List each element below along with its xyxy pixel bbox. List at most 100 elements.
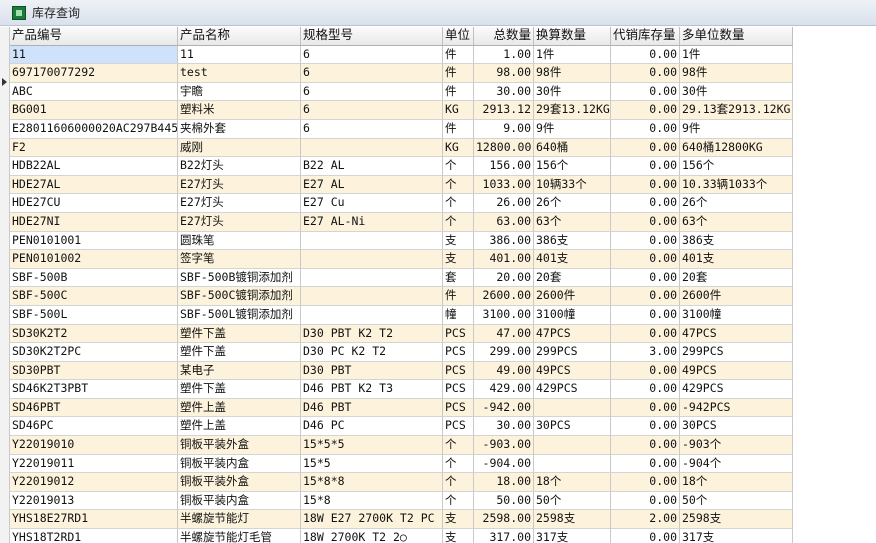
cell-consignment-qty[interactable]: 0.00: [611, 287, 680, 306]
cell-unit[interactable]: PCS: [443, 417, 474, 437]
cell-total-qty[interactable]: 20.00: [474, 268, 534, 288]
cell-product-name[interactable]: 铜板平装内盒: [178, 491, 301, 511]
cell-unit[interactable]: KG: [443, 138, 474, 158]
cell-multi-unit-qty[interactable]: 317支: [680, 529, 793, 543]
cell-spec[interactable]: 18W E27 2700K T2 PC: [301, 510, 443, 530]
cell-total-qty[interactable]: 18.00: [474, 473, 534, 492]
table-row[interactable]: SD30PBT 某电子 D30 PBT PCS 49.00 49PCS 0.00 49PCS: [10, 361, 801, 381]
cell-unit[interactable]: PCS: [443, 398, 474, 418]
cell-multi-unit-qty[interactable]: 49PCS: [680, 361, 793, 381]
cell-product-code[interactable]: SD46K2T3PBT: [10, 380, 178, 399]
cell-consignment-qty[interactable]: 0.00: [611, 250, 680, 269]
cell-spec[interactable]: [301, 231, 443, 251]
cell-converted-qty[interactable]: 299PCS: [534, 343, 611, 362]
cell-spec[interactable]: B22 AL: [301, 157, 443, 176]
cell-product-name[interactable]: 夹棉外套: [178, 119, 301, 139]
cell-multi-unit-qty[interactable]: 29.13套2913.12KG: [680, 101, 793, 120]
cell-consignment-qty[interactable]: 0.00: [611, 454, 680, 474]
cell-multi-unit-qty[interactable]: 20套: [680, 268, 793, 288]
table-row[interactable]: HDB22AL B22灯头 B22 AL 个 156.00 156个 0.00 156个: [10, 157, 801, 176]
cell-product-name[interactable]: 某电子: [178, 361, 301, 381]
cell-product-name[interactable]: 半螺旋节能灯: [178, 510, 301, 530]
column-header-spec[interactable]: 规格型号: [301, 27, 443, 46]
cell-unit[interactable]: 个: [443, 454, 474, 474]
cell-unit[interactable]: 个: [443, 473, 474, 492]
table-row[interactable]: BG001 塑料米 6 KG 2913.12 29套13.12KG 0.00 29.13套29…: [10, 101, 801, 120]
cell-converted-qty[interactable]: 20套: [534, 268, 611, 288]
table-row[interactable]: Y22019012 铜板平装外盒 15*8*8 个 18.00 18个 0.00 18个: [10, 473, 801, 492]
cell-converted-qty[interactable]: 317支: [534, 529, 611, 543]
table-row[interactable]: YHS18E27RD1 半螺旋节能灯 18W E27 2700K T2 PC 支 259…: [10, 510, 801, 530]
cell-multi-unit-qty[interactable]: -942PCS: [680, 398, 793, 418]
cell-unit[interactable]: 幢: [443, 305, 474, 325]
cell-multi-unit-qty[interactable]: 50个: [680, 491, 793, 511]
cell-converted-qty[interactable]: 2600件: [534, 287, 611, 306]
cell-multi-unit-qty[interactable]: 98件: [680, 64, 793, 83]
cell-multi-unit-qty[interactable]: 30件: [680, 82, 793, 102]
cell-consignment-qty[interactable]: 0.00: [611, 45, 680, 65]
cell-total-qty[interactable]: 317.00: [474, 529, 534, 543]
table-row[interactable]: Y22019011 铜板平装内盒 15*5 个 -904.00 0.00 -904个: [10, 454, 801, 474]
cell-converted-qty[interactable]: 1件: [534, 45, 611, 65]
cell-total-qty[interactable]: 12800.00: [474, 138, 534, 158]
cell-multi-unit-qty[interactable]: 429PCS: [680, 380, 793, 399]
cell-spec[interactable]: D30 PBT K2 T2: [301, 324, 443, 344]
cell-spec[interactable]: [301, 268, 443, 288]
cell-total-qty[interactable]: 30.00: [474, 82, 534, 102]
cell-spec[interactable]: 6: [301, 45, 443, 65]
cell-consignment-qty[interactable]: 0.00: [611, 138, 680, 158]
cell-consignment-qty[interactable]: 0.00: [611, 473, 680, 492]
cell-multi-unit-qty[interactable]: 2598支: [680, 510, 793, 530]
cell-multi-unit-qty[interactable]: 30PCS: [680, 417, 793, 437]
cell-product-code[interactable]: SBF-500L: [10, 305, 178, 325]
table-row[interactable]: 11 11 6 件 1.00 1件 0.00 1件: [10, 45, 801, 65]
cell-multi-unit-qty[interactable]: 386支: [680, 231, 793, 251]
cell-total-qty[interactable]: 30.00: [474, 417, 534, 437]
cell-spec[interactable]: E27 Cu: [301, 194, 443, 213]
cell-consignment-qty[interactable]: 0.00: [611, 436, 680, 455]
cell-unit[interactable]: 个: [443, 175, 474, 195]
cell-consignment-qty[interactable]: 0.00: [611, 324, 680, 344]
table-row[interactable]: HDE27AL E27灯头 E27 AL 个 1033.00 10辆33个 0.00 10.3…: [10, 175, 801, 195]
cell-unit[interactable]: 个: [443, 436, 474, 455]
cell-spec[interactable]: [301, 138, 443, 158]
cell-spec[interactable]: [301, 287, 443, 306]
table-row[interactable]: E28011606000020AC297B445 夹棉外套 6 件 9.00 9件 0.00…: [10, 119, 801, 139]
cell-unit[interactable]: 支: [443, 231, 474, 251]
cell-total-qty[interactable]: 49.00: [474, 361, 534, 381]
cell-consignment-qty[interactable]: 0.00: [611, 82, 680, 102]
table-row[interactable]: YHS18T2RD1 半螺旋节能灯毛管 18W 2700K T2 2○ 支 317.00…: [10, 529, 801, 543]
cell-spec[interactable]: [301, 250, 443, 269]
cell-spec[interactable]: 18W 2700K T2 2○: [301, 529, 443, 543]
cell-product-name[interactable]: B22灯头: [178, 157, 301, 176]
cell-total-qty[interactable]: 1033.00: [474, 175, 534, 195]
cell-consignment-qty[interactable]: 0.00: [611, 417, 680, 437]
cell-multi-unit-qty[interactable]: 401支: [680, 250, 793, 269]
table-row[interactable]: 697170077292 test 6 件 98.00 98件 0.00 98件: [10, 64, 801, 83]
cell-spec[interactable]: 6: [301, 119, 443, 139]
cell-consignment-qty[interactable]: 0.00: [611, 268, 680, 288]
cell-multi-unit-qty[interactable]: 156个: [680, 157, 793, 176]
cell-consignment-qty[interactable]: 0.00: [611, 175, 680, 195]
cell-converted-qty[interactable]: 640桶: [534, 138, 611, 158]
table-row[interactable]: PEN0101001 圆珠笔支 386.00 386支 0.00 386支: [10, 231, 801, 251]
cell-consignment-qty[interactable]: 0.00: [611, 491, 680, 511]
cell-unit[interactable]: 支: [443, 250, 474, 269]
cell-product-code[interactable]: 697170077292: [10, 64, 178, 83]
cell-consignment-qty[interactable]: 0.00: [611, 361, 680, 381]
cell-total-qty[interactable]: 2600.00: [474, 287, 534, 306]
cell-consignment-qty[interactable]: 0.00: [611, 212, 680, 232]
cell-product-name[interactable]: 半螺旋节能灯毛管: [178, 529, 301, 543]
cell-product-name[interactable]: 塑件下盖: [178, 324, 301, 344]
cell-product-name[interactable]: E27灯头: [178, 212, 301, 232]
cell-multi-unit-qty[interactable]: 63个: [680, 212, 793, 232]
cell-unit[interactable]: 支: [443, 529, 474, 543]
cell-total-qty[interactable]: 50.00: [474, 491, 534, 511]
cell-converted-qty[interactable]: 9件: [534, 119, 611, 139]
cell-converted-qty[interactable]: 3100幢: [534, 305, 611, 325]
cell-product-name[interactable]: 圆珠笔: [178, 231, 301, 251]
cell-unit[interactable]: 件: [443, 287, 474, 306]
table-row[interactable]: Y22019010 铜板平装外盒 15*5*5 个 -903.00 0.00 -903个: [10, 436, 801, 455]
cell-consignment-qty[interactable]: 0.00: [611, 194, 680, 213]
cell-total-qty[interactable]: 386.00: [474, 231, 534, 251]
